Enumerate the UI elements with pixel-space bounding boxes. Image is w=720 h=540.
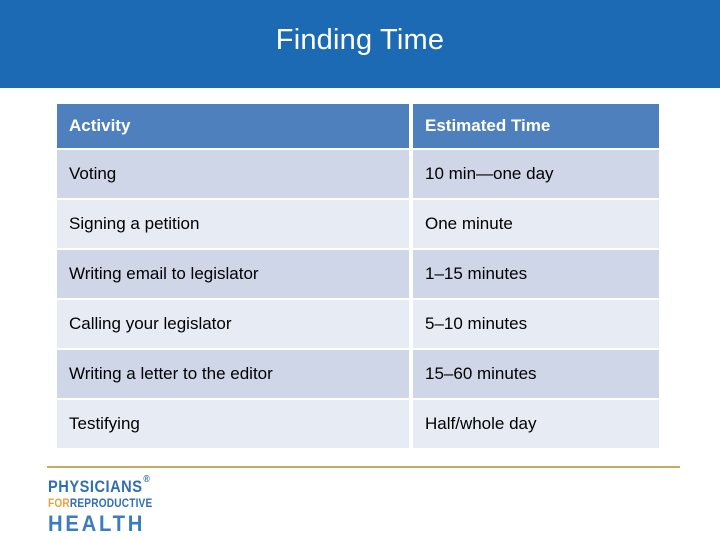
table-row: Testifying Half/whole day (57, 400, 659, 448)
logo-physicians-label: PHYSICIANS (48, 477, 143, 496)
logo-line-for-reproductive: FORREPRODUCTIVE (48, 498, 224, 511)
footer-divider (47, 466, 680, 468)
table-row: Writing a letter to the editor 15–60 min… (57, 350, 659, 398)
table-body: Voting 10 min—one day Signing a petition… (57, 150, 659, 448)
cell-activity: Writing a letter to the editor (57, 350, 409, 398)
finding-time-table: Activity Estimated Time Voting 10 min—on… (53, 102, 663, 450)
table-row: Voting 10 min—one day (57, 150, 659, 198)
cell-estimated-time: 1–15 minutes (413, 250, 659, 298)
logo-text-physicians: PHYSICIANS ® (48, 475, 150, 496)
cell-activity: Writing email to legislator (57, 250, 409, 298)
logo-line-physicians-wrap: PHYSICIANS ® (48, 475, 248, 497)
cell-estimated-time: 10 min—one day (413, 150, 659, 198)
slide-title-banner: Finding Time (0, 0, 720, 88)
cell-activity: Voting (57, 150, 409, 198)
registered-mark-icon: ® (143, 474, 151, 485)
column-header-activity: Activity (57, 104, 409, 148)
logo-health-label: HEALTH (48, 510, 146, 536)
cell-estimated-time: Half/whole day (413, 400, 659, 448)
finding-time-table-container: Activity Estimated Time Voting 10 min—on… (57, 104, 659, 448)
logo-reproductive-label: REPRODUCTIVE (69, 498, 153, 510)
cell-estimated-time: 15–60 minutes (413, 350, 659, 398)
table-header: Activity Estimated Time (57, 104, 659, 148)
logo-for-label: FOR (48, 498, 70, 510)
cell-estimated-time: One minute (413, 200, 659, 248)
table-row: Calling your legislator 5–10 minutes (57, 300, 659, 348)
cell-activity: Signing a petition (57, 200, 409, 248)
page-title: Finding Time (275, 23, 445, 56)
organization-logo: PHYSICIANS ® FORREPRODUCTIVE HEALTH (48, 475, 248, 536)
column-header-estimated-time: Estimated Time (413, 104, 659, 148)
cell-activity: Calling your legislator (57, 300, 409, 348)
table-row: Signing a petition One minute (57, 200, 659, 248)
table-header-row: Activity Estimated Time (57, 104, 659, 148)
cell-estimated-time: 5–10 minutes (413, 300, 659, 348)
cell-activity: Testifying (57, 400, 409, 448)
table-row: Writing email to legislator 1–15 minutes (57, 250, 659, 298)
